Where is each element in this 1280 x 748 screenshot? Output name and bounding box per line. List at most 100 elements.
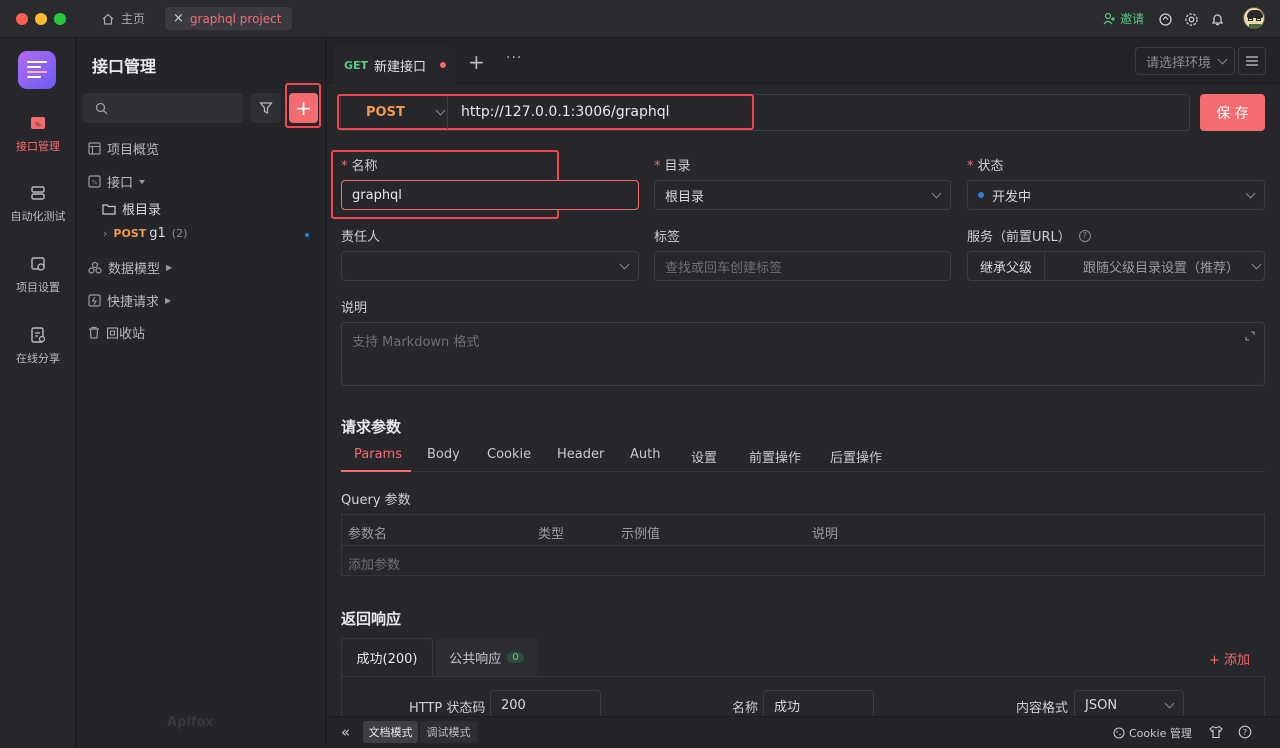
tree-quick-request[interactable]: 快捷请求 ▶ (88, 291, 171, 310)
response-tab-common[interactable]: 公共响应 0 (436, 638, 537, 676)
column-param-name: 参数名 (348, 527, 388, 542)
expand-icon[interactable] (1245, 331, 1255, 341)
unsaved-indicator (440, 62, 447, 68)
tree-project-overview[interactable]: 项目概览 (88, 139, 159, 158)
chevron-down-icon (1164, 698, 1175, 708)
tags-input[interactable]: 查找或回车创建标签 (654, 251, 951, 281)
doc-mode-button[interactable]: 文档模式 (363, 721, 418, 743)
tab-post-operation[interactable]: 后置操作 (830, 447, 882, 466)
directory-select[interactable]: 根目录 (654, 180, 951, 210)
filter-button[interactable] (251, 93, 281, 123)
shirt-icon[interactable] (1209, 725, 1223, 739)
nav-project-settings[interactable]: 项目设置 (0, 255, 76, 295)
nav-automation-test[interactable]: 自动化测试 (0, 184, 76, 224)
tab-auth[interactable]: Auth (630, 447, 660, 462)
api-icon: % (31, 117, 45, 129)
name-input[interactable]: graphql (341, 180, 639, 210)
request-tab-active[interactable]: GET 新建接口 (334, 46, 455, 84)
chevron-down-icon (931, 188, 942, 198)
sidebar-search-input[interactable] (83, 93, 243, 123)
tree-api-folder-label: 接口 (107, 176, 134, 191)
method-select[interactable]: POST (341, 96, 448, 129)
tree-root-folder[interactable]: 根目录 (102, 199, 161, 218)
tab-project[interactable]: × graphql project (165, 7, 292, 30)
tab-header[interactable]: Header (557, 447, 604, 462)
nav-api-management-label: 接口管理 (16, 140, 60, 153)
sidebar-title: 接口管理 (92, 57, 157, 76)
svg-text:%: % (92, 180, 97, 186)
folder-icon (102, 203, 116, 215)
close-window-button[interactable] (16, 13, 28, 25)
invite-button[interactable]: 邀请 (1103, 10, 1144, 27)
settings-gear-icon[interactable] (1183, 11, 1199, 27)
description-textarea[interactable]: 支持 Markdown 格式 (341, 322, 1265, 386)
notification-bell-icon[interactable] (1209, 11, 1225, 27)
http-code-label: HTTP 状态码 (409, 701, 486, 716)
minimize-window-button[interactable] (35, 13, 47, 25)
owner-select[interactable] (341, 251, 639, 281)
response-title: 返回响应 (341, 610, 402, 628)
home-icon (102, 13, 114, 25)
avatar[interactable] (1243, 7, 1265, 29)
status-dot-icon (978, 192, 984, 198)
new-tab-button[interactable]: + (468, 50, 485, 74)
add-api-button[interactable]: + (289, 93, 318, 123)
bottom-bar: « 文档模式 调试模式 Cookie 管理 ? (327, 716, 1280, 748)
tab-home[interactable]: 主页 (93, 7, 153, 30)
tab-params[interactable]: Params (354, 447, 402, 462)
owner-label: 责任人 (341, 230, 381, 245)
sync-icon[interactable] (1157, 11, 1173, 27)
tree-data-model[interactable]: 数据模型 ▶ (88, 258, 172, 277)
quick-request-icon (88, 294, 101, 307)
overview-icon (88, 142, 101, 155)
help-icon[interactable]: ? (1238, 725, 1252, 739)
query-params-table: 参数名 类型 示例值 说明 添加参数 (341, 514, 1265, 576)
column-description: 说明 (812, 527, 839, 542)
request-params-title: 请求参数 (341, 418, 402, 436)
url-input[interactable]: http://127.0.0.1:3006/graphql (461, 104, 670, 120)
nav-api-management[interactable]: % 接口管理 (0, 114, 76, 154)
tree-api-name: g1 (149, 226, 166, 241)
tree-api-item[interactable]: › POST g1 (2) (103, 226, 187, 241)
help-icon[interactable]: ? (1078, 229, 1091, 242)
automation-icon (31, 186, 45, 200)
title-bar: 主页 × graphql project 邀请 (0, 0, 1280, 38)
add-response-button[interactable]: + 添加 (1209, 649, 1250, 668)
service-label: 服务（前置URL） ? (967, 226, 1091, 245)
service-select[interactable]: 继承父级 跟随父级目录设置（推荐） (967, 251, 1265, 281)
tab-settings[interactable]: 设置 (691, 447, 717, 466)
tree-api-folder[interactable]: % 接口 (88, 172, 146, 191)
column-example: 示例值 (621, 527, 661, 542)
caret-down-icon (139, 179, 146, 184)
tree-api-count: (2) (171, 227, 188, 240)
content-format-label: 内容格式 (1016, 701, 1069, 716)
caret-right-icon: ▶ (166, 263, 173, 272)
save-button[interactable]: 保 存 (1200, 94, 1265, 131)
nav-online-share-label: 在线分享 (16, 352, 60, 365)
debug-mode-button[interactable]: 调试模式 (420, 721, 477, 743)
tree-trash[interactable]: 回收站 (88, 323, 145, 342)
tab-pre-operation[interactable]: 前置操作 (749, 447, 801, 466)
more-tabs-icon[interactable]: ··· (506, 50, 522, 66)
chevron-down-icon (1251, 259, 1262, 269)
trash-icon (89, 326, 99, 339)
collapse-sidebar-icon[interactable]: « (341, 723, 350, 741)
watermark-logo: Apifox (167, 715, 214, 730)
response-tab-success[interactable]: 成功(200) (341, 638, 433, 676)
tab-body[interactable]: Body (427, 447, 460, 462)
environment-placeholder: 请选择环境 (1146, 55, 1212, 71)
status-select[interactable]: 开发中 (967, 180, 1265, 210)
caret-right-icon: ▶ (165, 296, 172, 305)
environment-select[interactable]: 请选择环境 (1135, 47, 1235, 75)
nav-online-share[interactable]: 在线分享 (0, 326, 76, 366)
nav-project-settings-label: 项目设置 (16, 281, 60, 294)
project-settings-icon (31, 257, 45, 271)
add-param-input[interactable]: 添加参数 (348, 554, 400, 573)
request-tab-name: 新建接口 (374, 59, 427, 75)
close-tab-icon[interactable]: × (173, 11, 184, 26)
maximize-window-button[interactable] (54, 13, 66, 25)
tab-cookie[interactable]: Cookie (487, 447, 531, 462)
cookie-manager-button[interactable]: Cookie 管理 (1113, 725, 1192, 741)
cookie-icon (1113, 727, 1125, 739)
environment-menu-button[interactable] (1238, 47, 1266, 75)
